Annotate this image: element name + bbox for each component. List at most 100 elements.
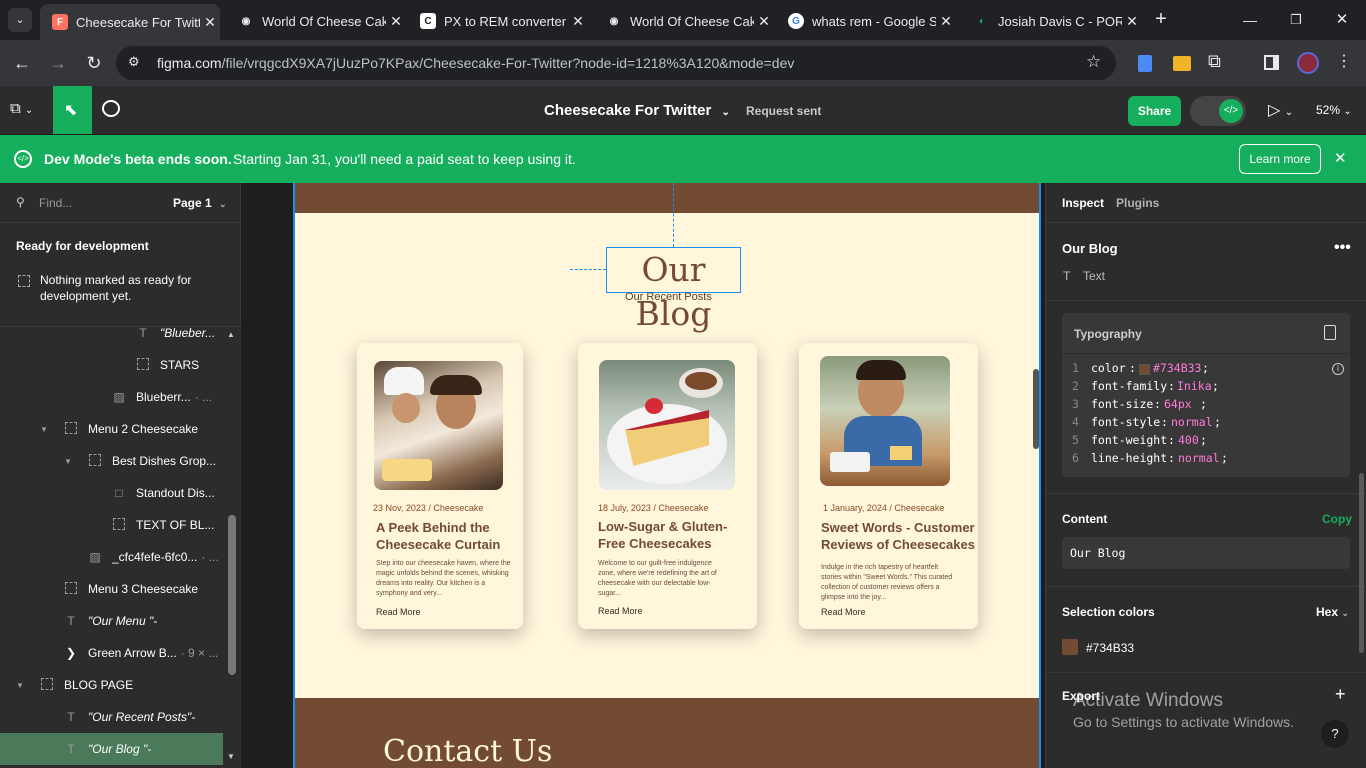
read-more-link[interactable]: Read More [821,607,866,617]
layer-item[interactable]: Menu 3 Cheesecake [0,573,223,605]
caret-down-icon[interactable]: ▼ [16,681,40,690]
blog-heading-selected[interactable]: Our Blog [606,247,741,333]
scroll-up-icon[interactable]: ▲ [227,330,235,339]
present-play-icon[interactable]: ▷ ⌄ [1268,100,1293,120]
layer-item[interactable]: ▨ _cfc4fefe-6fc0... · ... [0,541,223,573]
banner-title: Dev Mode's beta ends soon. [44,151,232,167]
close-tab-icon[interactable]: ✕ [200,14,220,31]
tab-world-of-cheese-2[interactable]: ◉ World Of Cheese Cak ✕ [594,6,774,36]
layers-scrollbar[interactable]: ▲ ▼ [223,327,241,768]
layer-item[interactable]: STARS [0,349,223,381]
blog-card[interactable]: 18 July, 2023 / Cheesecake Low-Sugar & G… [578,343,757,629]
frame-icon [64,582,78,596]
line-number: 1 [1072,361,1079,375]
read-more-link[interactable]: Read More [598,606,643,616]
content-value-box[interactable]: Our Blog [1062,537,1350,569]
forward-arrow-icon[interactable]: → [46,51,70,75]
layer-item[interactable]: ▼ Menu 2 Cheesecake [0,413,223,445]
add-export-icon[interactable]: + [1335,684,1346,705]
browser-menu-icon[interactable]: ⋮ [1336,51,1352,71]
copy-content-button[interactable]: Copy [1322,512,1352,526]
profile-avatar[interactable] [1297,52,1319,74]
blog-card[interactable]: 1 January, 2024 / Cheesecake Sweet Words… [799,343,978,629]
restore-button[interactable]: ❐ [1284,8,1308,32]
share-button[interactable]: Share [1128,96,1181,126]
layer-item[interactable]: ❯ Green Arrow B... · 9 × ... [0,637,223,669]
read-more-link[interactable]: Read More [376,607,421,617]
caret-down-icon[interactable]: ▼ [64,457,88,466]
blog-card[interactable]: 23 Nov, 2023 / Cheesecake A Peek Behind … [357,343,523,629]
url-path: /file/vrqgcdX9XA7jUuzPo7KPax/Cheesecake-… [221,55,795,71]
post-meta: 18 July, 2023 / Cheesecake [598,503,709,513]
extensions-puzzle-icon[interactable]: ⧉ [1208,51,1221,72]
more-options-icon[interactable]: ••• [1334,239,1351,257]
back-arrow-icon[interactable]: ← [10,51,34,75]
side-panel-icon[interactable] [1264,55,1279,70]
post-excerpt: Indulge in the rich tapestry of heartfel… [821,564,953,601]
close-tab-icon[interactable]: ✕ [386,13,406,30]
layer-item[interactable]: ▼ BLOG PAGE [0,669,223,701]
close-tab-icon[interactable]: ✕ [754,13,774,30]
layer-item[interactable]: □ Standout Dis... [0,477,223,509]
tab-search-button[interactable]: ⌄ [8,8,32,32]
layer-item[interactable]: ▨ Blueberr... · ... [0,381,223,413]
tab-google-search[interactable]: G whats rem - Google S ✕ [776,6,956,36]
figma-toolbar: ⧉ ⌄ ⬉ Cheesecake For Twitter ⌄ Request s… [0,86,1366,135]
close-tab-icon[interactable]: ✕ [568,13,588,30]
layer-item[interactable]: T "Our Recent Posts"- [0,701,223,733]
tab-portfolio[interactable]: ◐ Josiah Davis C - PORT ✕ [962,6,1142,36]
page-selector[interactable]: Page 1 ⌄ [173,196,227,210]
copy-code-icon[interactable] [1324,325,1336,340]
comment-icon[interactable] [102,100,120,117]
site-settings-icon[interactable]: ⚙ [128,54,140,70]
reload-icon[interactable]: ↻ [82,51,106,75]
search-input[interactable]: Find... [39,196,72,210]
header-strip [295,183,1039,213]
tab-inspect[interactable]: Inspect [1062,196,1104,210]
zoom-level[interactable]: 52% ⌄ [1316,103,1352,117]
layer-item[interactable]: ▼ Best Dishes Grop... [0,445,223,477]
new-tab-button[interactable]: + [1150,8,1172,32]
scrollbar-thumb[interactable] [228,515,236,675]
converter-icon: C [420,13,436,29]
css-property: font-family [1091,379,1168,393]
tab-cheesecake-figma[interactable]: F Cheesecake For Twitte ✕ [40,4,220,40]
color-format-dropdown[interactable]: Hex ⌄ [1316,605,1349,619]
help-icon[interactable]: ? [1321,720,1349,748]
layer-label: Green Arrow B... [88,646,177,660]
caret-down-icon[interactable]: ▼ [40,425,64,434]
dev-mode-toggle[interactable]: </> [1190,96,1246,126]
layer-item[interactable]: TEXT OF BL... [0,509,223,541]
panel-scrollbar[interactable] [1359,473,1364,653]
selection-color-swatch[interactable] [1062,639,1078,655]
design-canvas[interactable]: Our Blog Our Recent Posts 23 Nov, 2023 /… [241,183,1045,768]
close-tab-icon[interactable]: ✕ [1122,13,1142,30]
canvas-scrollbar[interactable] [1033,369,1039,449]
scroll-down-icon[interactable]: ▼ [227,752,235,761]
layer-item[interactable]: T "Blueber... [0,327,223,349]
tab-px-to-rem[interactable]: C PX to REM converter ( ✕ [408,6,588,36]
close-window-button[interactable]: ✕ [1330,8,1354,32]
contact-section: Contact Us [295,698,1039,768]
learn-more-button[interactable]: Learn more [1239,144,1321,174]
layer-name: Our Blog [1062,241,1118,256]
file-title[interactable]: Cheesecake For Twitter ⌄ [544,102,730,119]
inspect-cursor-tool[interactable]: ⬉ [53,86,92,134]
extension-folder-icon[interactable] [1173,56,1191,71]
layer-item[interactable]: T "Our Menu "- [0,605,223,637]
selection-color-value[interactable]: #734B33 [1086,641,1134,655]
close-banner-icon[interactable]: ✕ [1334,149,1347,167]
tab-plugins[interactable]: Plugins [1116,196,1159,210]
minimize-button[interactable]: — [1238,8,1262,32]
code-icon: </> [1219,99,1243,123]
page-name: Page 1 [173,196,212,210]
close-tab-icon[interactable]: ✕ [936,13,956,30]
bookmark-star-icon[interactable]: ☆ [1086,52,1101,72]
layer-item-selected[interactable]: T "Our Blog "- [0,733,223,765]
figma-main-menu-icon[interactable]: ⧉ ⌄ [10,100,33,117]
info-icon[interactable]: i [1332,363,1344,375]
address-bar[interactable]: ⚙ figma.com/file/vrqgcdX9XA7jUuzPo7KPax/… [116,46,1116,80]
browser-toolbar: ← → ↻ ⚙ figma.com/file/vrqgcdX9XA7jUuzPo… [0,40,1366,86]
tab-world-of-cheese-1[interactable]: ◉ World Of Cheese Cak ✕ [226,6,406,36]
extension-docs-icon[interactable] [1138,55,1152,72]
